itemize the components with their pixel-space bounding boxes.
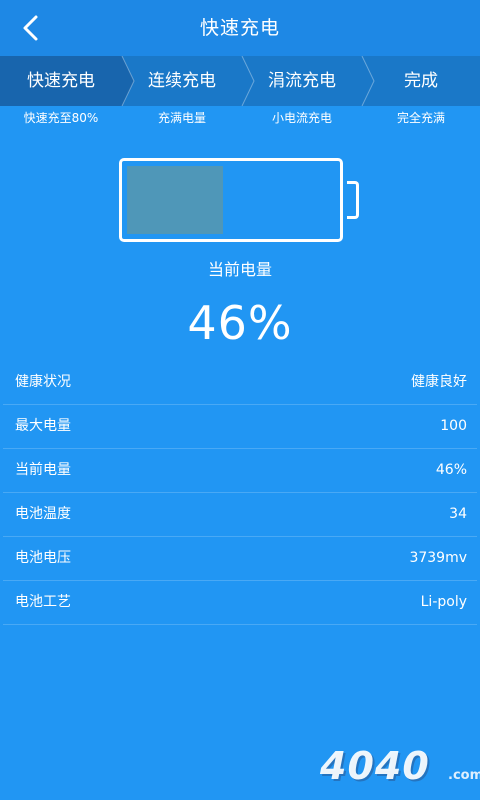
active-step-arrow: [122, 56, 134, 106]
step-trickle-charge-desc: 小电流充电: [271, 111, 332, 125]
battery-terminal: [347, 181, 359, 219]
info-row-health: 健康状况 健康良好: [3, 361, 477, 405]
info-row-voltage: 电池电压 3739mv: [3, 537, 477, 581]
step-separator-2: [241, 56, 255, 106]
info-label: 电池电压: [15, 550, 71, 566]
back-button[interactable]: [14, 12, 48, 44]
info-row-temperature: 电池温度 34: [3, 493, 477, 537]
info-label: 最大电量: [15, 418, 71, 434]
info-label: 电池温度: [15, 506, 71, 522]
info-label: 健康状况: [15, 374, 71, 390]
battery-info-list: 健康状况 健康良好 最大电量 100 当前电量 46% 电池温度 34 电池电压…: [0, 361, 480, 625]
info-label: 当前电量: [15, 462, 71, 478]
step-separator-3: [361, 56, 375, 106]
battery-icon: [119, 158, 343, 242]
info-value: 34: [449, 506, 467, 522]
info-value: Li-poly: [420, 594, 467, 610]
info-value: 3739mv: [409, 550, 467, 566]
step-complete-desc: 完全充满: [396, 111, 445, 125]
chevron-left-icon: [23, 15, 38, 41]
watermark-domain-suffix: .com: [448, 768, 480, 783]
info-row-current-level: 当前电量 46%: [3, 449, 477, 493]
app-bar: 快速充电: [0, 0, 480, 56]
charging-screen: 快速充电 快速充电 连续充电 涓流充电 完成 快速充至80% 充满电量 小电流充…: [0, 0, 480, 800]
info-label: 电池工艺: [15, 594, 71, 610]
battery-level-caption: 当前电量: [207, 260, 272, 279]
info-row-max-capacity: 最大电量 100: [3, 405, 477, 449]
step-separators: [121, 56, 375, 106]
step-continuous-charge-desc: 充满电量: [157, 111, 206, 125]
info-value: 健康良好: [411, 374, 467, 390]
charging-steps: 快速充电 连续充电 涓流充电 完成: [0, 56, 480, 106]
battery-level-fill: [127, 166, 223, 234]
site-watermark: 4040 .com: [320, 740, 480, 796]
info-value: 100: [440, 418, 467, 434]
watermark-logo-text: 4040: [320, 744, 430, 788]
info-row-technology: 电池工艺 Li-poly: [3, 581, 477, 625]
page-title: 快速充电: [199, 17, 280, 39]
info-value: 46%: [435, 462, 467, 478]
step-fast-charge-desc: 快速充至80%: [23, 111, 99, 125]
battery-level-percent: 46%: [187, 296, 293, 350]
